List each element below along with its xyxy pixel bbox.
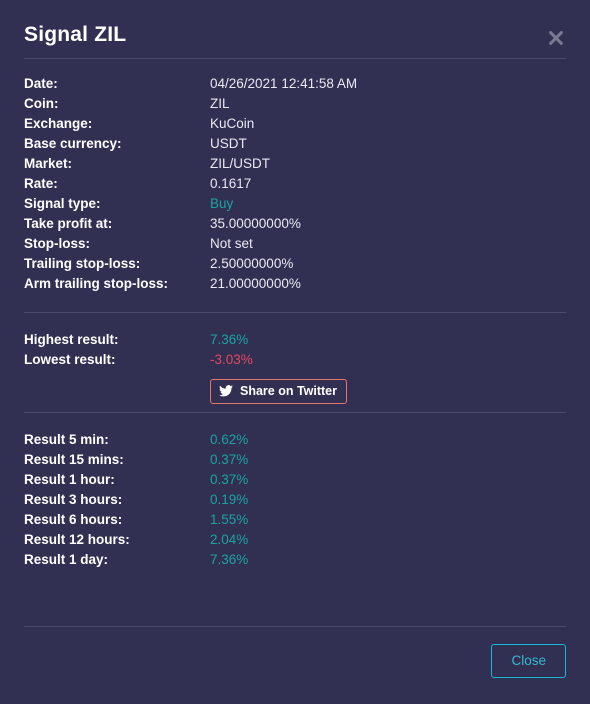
page-title: Signal ZIL [24,23,127,46]
detail-row: Base currency: USDT [24,134,566,154]
detail-value: KuCoin [210,116,255,131]
detail-value: USDT [210,136,247,151]
signal-type-value: Buy [210,196,234,211]
summary-row-lowest: Lowest result: -3.03% [24,350,566,370]
detail-label: Arm trailing stop-loss: [24,276,169,291]
detail-label: Take profit at: [24,216,113,231]
close-x-icon[interactable] [546,28,566,48]
detail-row: Coin: ZIL [24,94,566,114]
result-label: Result 1 day: [24,552,109,567]
detail-row-signal-type: Signal type: Buy [24,194,566,214]
result-row: Result 1 day: 7.36% [24,550,566,570]
detail-value: 04/26/2021 12:41:58 AM [210,76,358,91]
detail-value: Not set [210,236,253,251]
detail-value: 21.00000000% [210,276,301,291]
detail-value: ZIL/USDT [210,156,271,171]
result-value: 0.19% [210,492,249,507]
detail-label: Exchange: [24,116,93,131]
result-label: Result 12 hours: [24,532,130,547]
lowest-result-value: -3.03% [210,352,253,367]
detail-row: Stop-loss: Not set [24,234,566,254]
detail-row: Rate: 0.1617 [24,174,566,194]
result-value: 0.37% [210,452,249,467]
result-label: Result 15 mins: [24,452,124,467]
result-label: Result 1 hour: [24,472,115,487]
result-row: Result 12 hours: 2.04% [24,530,566,550]
detail-row: Take profit at: 35.00000000% [24,214,566,234]
detail-row: Market: ZIL/USDT [24,154,566,174]
detail-label: Signal type: [24,196,101,211]
timed-results: Result 5 min: 0.62% Result 15 mins: 0.37… [0,430,590,570]
detail-row: Arm trailing stop-loss: 21.00000000% [24,274,566,294]
detail-row: Date: 04/26/2021 12:41:58 AM [24,74,566,94]
signal-modal: Signal ZIL Date: 04/26/2021 12:41:58 AM … [0,0,590,704]
result-row: Result 1 hour: 0.37% [24,470,566,490]
result-value: 7.36% [210,552,249,567]
summary-label: Lowest result: [24,352,116,367]
detail-label: Trailing stop-loss: [24,256,141,271]
close-button[interactable]: Close [491,644,566,678]
share-row: Share on Twitter [24,370,566,412]
highest-result-value: 7.36% [210,332,249,347]
result-value: 0.62% [210,432,249,447]
detail-label: Market: [24,156,73,171]
modal-footer: Close [0,626,590,704]
result-label: Result 6 hours: [24,512,123,527]
modal-header: Signal ZIL [0,0,590,58]
detail-label: Rate: [24,176,58,191]
summary-row-highest: Highest result: 7.36% [24,330,566,350]
result-summary: Highest result: 7.36% Lowest result: -3.… [0,330,590,412]
result-row: Result 15 mins: 0.37% [24,450,566,470]
detail-value: 2.50000000% [210,256,294,271]
result-row: Result 6 hours: 1.55% [24,510,566,530]
detail-row: Trailing stop-loss: 2.50000000% [24,254,566,274]
result-label: Result 5 min: [24,432,109,447]
share-on-twitter-button[interactable]: Share on Twitter [210,378,348,404]
detail-label: Base currency: [24,136,122,151]
result-value: 2.04% [210,532,249,547]
detail-value: 35.00000000% [210,216,301,231]
detail-label: Coin: [24,96,59,111]
result-row: Result 5 min: 0.62% [24,430,566,450]
detail-value: 0.1617 [210,176,252,191]
detail-label: Date: [24,76,58,91]
detail-value: ZIL [210,96,230,111]
detail-label: Stop-loss: [24,236,90,251]
result-label: Result 3 hours: [24,492,123,507]
result-row: Result 3 hours: 0.19% [24,490,566,510]
result-value: 0.37% [210,472,249,487]
summary-label: Highest result: [24,332,119,347]
detail-row: Exchange: KuCoin [24,114,566,134]
result-value: 1.55% [210,512,249,527]
twitter-bird-icon [219,384,233,397]
share-on-twitter-label: Share on Twitter [240,383,338,398]
signal-details: Date: 04/26/2021 12:41:58 AM Coin: ZIL E… [0,59,590,294]
